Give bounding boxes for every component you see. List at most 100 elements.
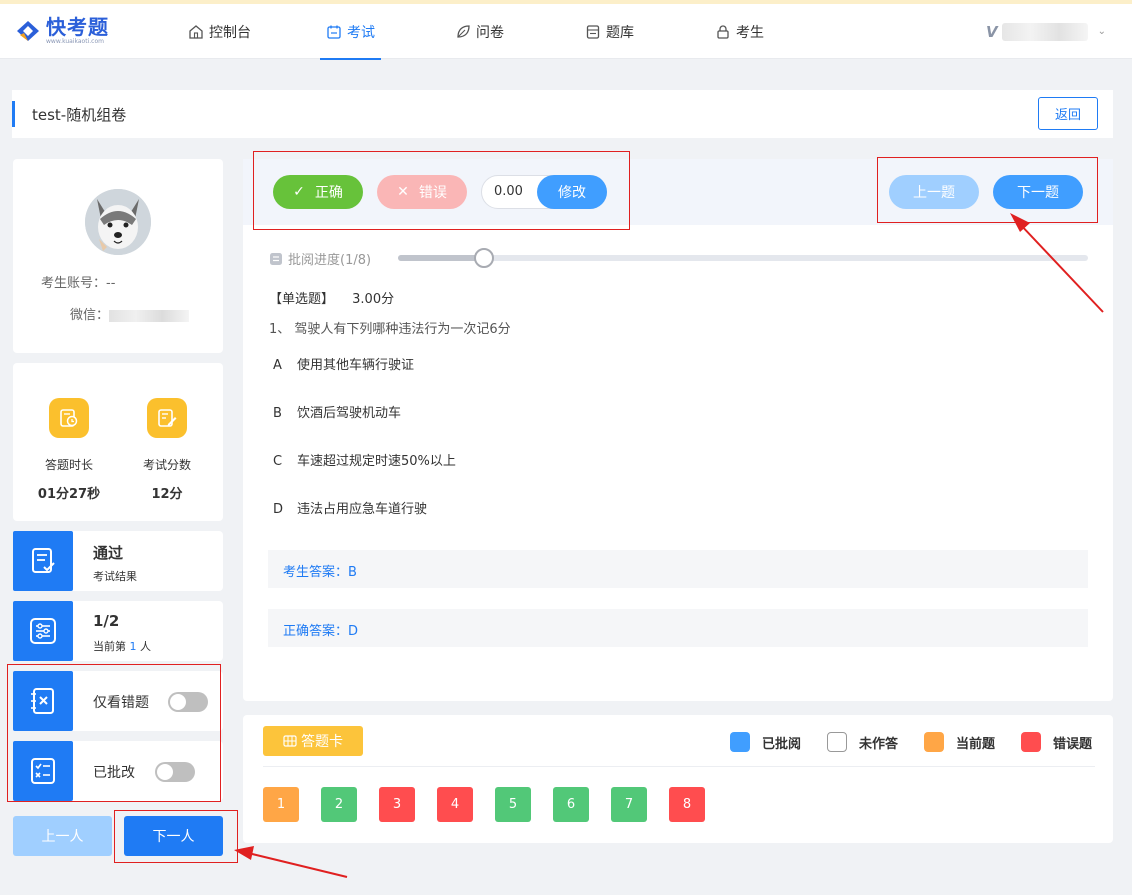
legend-unanswered-swatch	[827, 732, 847, 752]
examinee-wechat: 微信：	[70, 304, 190, 323]
legend-current-label: 当前题	[956, 736, 996, 752]
question-number-6[interactable]: 6	[553, 787, 589, 822]
examinee-account: 考生账号：--	[41, 276, 116, 291]
correct-answer-box: 正确答案：D	[268, 609, 1088, 647]
question-review-panel: ✓ 正确 ✕ 错误 0.00 修改 上一题 下一题 批阅进度(1/8) 【单选题】 …	[243, 159, 1113, 701]
nav-item-console[interactable]: 控制台	[188, 4, 251, 59]
nav-label-console: 控制台	[209, 24, 251, 41]
logo-mark-icon	[17, 21, 39, 41]
back-button[interactable]: 返回	[1038, 97, 1098, 130]
nav-item-survey[interactable]: 问卷	[455, 4, 504, 59]
legend-reviewed: 已批阅	[730, 732, 801, 752]
page-title: test-随机组卷	[32, 106, 127, 124]
logo-title: 快考题	[46, 15, 109, 39]
review-progress-thumb[interactable]	[474, 248, 495, 268]
legend-wrong-swatch	[1021, 732, 1041, 752]
calendar-icon	[327, 25, 341, 39]
question-number-7[interactable]: 7	[611, 787, 647, 822]
nav-item-exam[interactable]: 考试	[320, 4, 381, 60]
legend-current-swatch	[924, 732, 944, 752]
answer-card-title: 答题卡	[301, 734, 343, 750]
option-b-text: 饮酒后驾驶机动车	[297, 406, 402, 421]
leaf-icon	[457, 24, 470, 38]
highlight-box-next-person	[114, 810, 238, 863]
nav-label-exam: 考试	[347, 24, 375, 41]
grid-icon	[283, 735, 297, 747]
stat-score-label: 考试分数	[142, 458, 191, 472]
nav-item-examinee[interactable]: 考生	[715, 4, 764, 59]
database-icon	[586, 24, 600, 39]
student-answer-box: 考生答案：B	[268, 550, 1088, 588]
avatar	[85, 189, 151, 255]
option-c: C 车速超过规定时速50%以上	[273, 450, 456, 469]
legend-reviewed-swatch	[730, 732, 750, 752]
logo[interactable]: 快考题 www.kuaikaoti.com	[14, 16, 109, 46]
review-progress-fill	[398, 255, 485, 261]
prev-person-button[interactable]: 上一人	[13, 816, 112, 856]
stat-score-value: 12分	[151, 487, 183, 502]
highlight-box-toggles	[7, 664, 221, 802]
legend-unanswered: 未作答	[827, 732, 898, 752]
title-accent-bar	[12, 101, 15, 127]
review-progress-slider[interactable]	[398, 248, 1088, 268]
examinee-position-label: 当前第 1 人	[93, 638, 151, 654]
exam-result-label: 考试结果	[93, 570, 137, 583]
correct-answer: 正确答案：D	[283, 624, 359, 639]
top-navbar: 快考题 www.kuaikaoti.com 控制台 考试 问卷 题库 考生 V …	[0, 4, 1132, 60]
wechat-value-blurred	[109, 309, 190, 322]
option-c-letter: C	[273, 454, 283, 469]
option-d-letter: D	[273, 502, 284, 517]
answer-card-divider	[263, 766, 1095, 767]
examinee-position-tile: 1/2 当前第 1 人	[13, 601, 223, 661]
option-a: A 使用其他车辆行驶证	[273, 354, 414, 373]
option-a-text: 使用其他车辆行驶证	[297, 358, 415, 373]
stat-duration: 答题时长 01分27秒	[29, 398, 109, 502]
question-number-5[interactable]: 5	[495, 787, 531, 822]
highlight-box-question-nav	[877, 157, 1098, 223]
question-number-4[interactable]: 4	[437, 787, 473, 822]
question-number-3[interactable]: 3	[379, 787, 415, 822]
chevron-down-icon: ⌄	[1097, 26, 1106, 37]
option-d: D 违法占用应急车道行驶	[273, 498, 427, 517]
student-answer: 考生答案：B	[283, 565, 357, 580]
user-name-blurred	[1001, 22, 1088, 41]
lock-icon	[717, 24, 729, 39]
option-a-letter: A	[273, 358, 282, 373]
legend-reviewed-label: 已批阅	[762, 736, 802, 752]
legend-wrong-label: 错误题	[1053, 736, 1093, 752]
legend-current: 当前题	[924, 732, 995, 752]
legend-wrong: 错误题	[1021, 732, 1092, 752]
answer-card-tab[interactable]: 答题卡	[263, 726, 363, 756]
exam-result-value: 通过	[93, 544, 124, 562]
review-progress: 批阅进度(1/8)	[269, 249, 371, 268]
position-suffix: 人	[140, 640, 151, 653]
arrow-to-next-person	[234, 846, 348, 878]
nav-label-examinee: 考生	[736, 24, 764, 41]
user-initial: V	[986, 22, 998, 41]
stat-duration-label: 答题时长	[44, 458, 93, 472]
question-text: 1、 驾驶人有下列哪种违法行为一次记6分	[269, 322, 511, 337]
answer-card-panel: 答题卡 已批阅 未作答 当前题 错误题 1 2 3 4 5 6 7 8	[243, 715, 1113, 843]
stat-score: 考试分数 12分	[127, 398, 207, 502]
progress-list-icon	[270, 252, 282, 265]
clock-document-icon	[49, 398, 89, 438]
examinee-position-value: 1/2	[93, 612, 120, 630]
dog-avatar-icon	[85, 189, 151, 255]
question-number-8[interactable]: 8	[669, 787, 705, 822]
logo-subtitle: www.kuaikaoti.com	[46, 38, 104, 45]
question-header: 【单选题】 3.00分	[269, 288, 394, 307]
checklist-document-icon	[13, 531, 73, 591]
option-b: B 饮酒后驾驶机动车	[273, 402, 401, 421]
home-icon	[189, 24, 203, 39]
question-number-2[interactable]: 2	[321, 787, 357, 822]
edit-document-icon	[147, 398, 187, 438]
nav-label-question-bank: 题库	[606, 24, 634, 41]
exam-result-tile: 通过 考试结果	[13, 531, 223, 591]
nav-item-question-bank[interactable]: 题库	[585, 4, 634, 59]
sliders-icon	[13, 601, 73, 661]
position-number: 1	[129, 640, 137, 653]
examinee-profile-card: 考生账号：-- 微信：	[13, 159, 223, 353]
user-menu[interactable]: V ⌄	[986, 4, 1106, 59]
question-number-1[interactable]: 1	[263, 787, 299, 822]
question-type: 【单选题】	[269, 292, 335, 307]
